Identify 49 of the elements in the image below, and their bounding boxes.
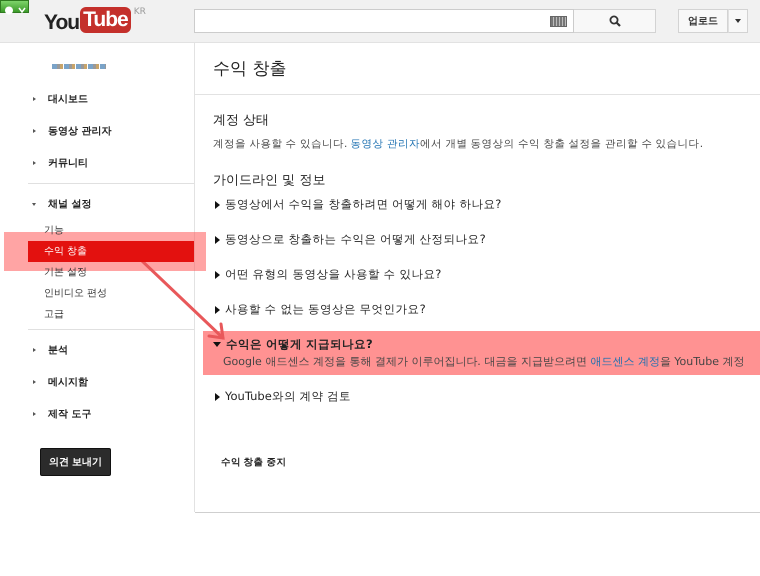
sidebar-subitem[interactable]: 수익 창출: [28, 241, 194, 262]
sidebar-item[interactable]: 분석: [28, 334, 194, 366]
collapsed-triangle-icon: [215, 236, 220, 244]
sidebar-subitem[interactable]: 인비디오 편성: [28, 283, 194, 304]
collapsed-triangle-icon: [215, 306, 220, 314]
dropdown-button[interactable]: [728, 9, 748, 33]
sidebar-item[interactable]: 메시지함: [28, 366, 194, 398]
feedback-button[interactable]: 의견 보내기: [40, 448, 111, 476]
sidebar-item[interactable]: 채널 설정: [28, 188, 194, 220]
search-button[interactable]: [574, 9, 656, 33]
expanded-triangle-icon: [32, 202, 36, 206]
collapsed-triangle-icon: [33, 97, 36, 101]
sidebar-item[interactable]: 동영상 관리자: [28, 115, 194, 147]
stop-monetization-link[interactable]: 수익 창출 중지: [221, 456, 286, 469]
search-field[interactable]: [194, 9, 574, 33]
collapsed-triangle-icon: [33, 348, 36, 352]
search-icon: [608, 15, 620, 27]
faq-question[interactable]: YouTube와의 계약 검토: [213, 389, 760, 404]
sidebar-subitem[interactable]: 기본 설정: [28, 262, 194, 283]
collapsed-triangle-icon: [215, 200, 220, 208]
page-title: 수익 창출: [195, 43, 760, 95]
sidebar-item[interactable]: 대시보드: [28, 83, 194, 115]
sidebar-item[interactable]: 제작 도구: [28, 398, 194, 430]
collapsed-triangle-icon: [33, 412, 36, 416]
sidebar-subitem[interactable]: 기능: [28, 220, 194, 241]
sidebar-item[interactable]: 커뮤니티: [28, 147, 194, 179]
youtube-logo[interactable]: You Tube KR: [44, 7, 194, 35]
faq-question[interactable]: 동영상에서 수익을 창출하려면 어떻게 해야 하나요?: [213, 197, 760, 212]
sidebar-subitem[interactable]: 고급: [28, 304, 194, 325]
faq-question[interactable]: 동영상으로 창출하는 수익은 어떻게 산정되나요?: [213, 232, 760, 247]
keyboard-icon[interactable]: [550, 16, 567, 26]
collapsed-triangle-icon: [33, 129, 36, 133]
faq-question[interactable]: 사용할 수 없는 동영상은 무엇인가요?: [213, 302, 760, 317]
section-heading: 계정 상태: [213, 112, 270, 129]
collapsed-triangle-icon: [33, 380, 36, 384]
collapsed-triangle-icon: [33, 161, 36, 165]
faq-question[interactable]: 수익은 어떻게 지급되나요?: [213, 337, 760, 352]
faq-question[interactable]: 어떤 유형의 동영상을 사용할 수 있나요?: [213, 267, 760, 282]
caret-icon: [735, 19, 741, 23]
expanded-triangle-icon: [213, 342, 221, 347]
collapsed-triangle-icon: [215, 270, 220, 278]
status-text: 계정을 사용할 수 있습니다. 동영상 관리자에서 개별 동영상의 수익 창출 설정을 관리할 수 있습니다.: [213, 137, 704, 151]
collapsed-triangle-icon: [215, 392, 220, 400]
section-heading: 가이드라인 및 정보: [213, 172, 326, 189]
account-name-redacted: [52, 64, 106, 69]
upload-button[interactable]: 업로드: [678, 9, 728, 33]
faq-answer: Google 애드센스 계정을 통해 결제가 이루어집니다. 대금을 지급받으려면 애드센스 계정을 YouTube 계정: [223, 354, 746, 369]
video-manager-link[interactable]: 동영상 관리자: [350, 138, 420, 150]
extension-icon[interactable]: [0, 0, 29, 13]
